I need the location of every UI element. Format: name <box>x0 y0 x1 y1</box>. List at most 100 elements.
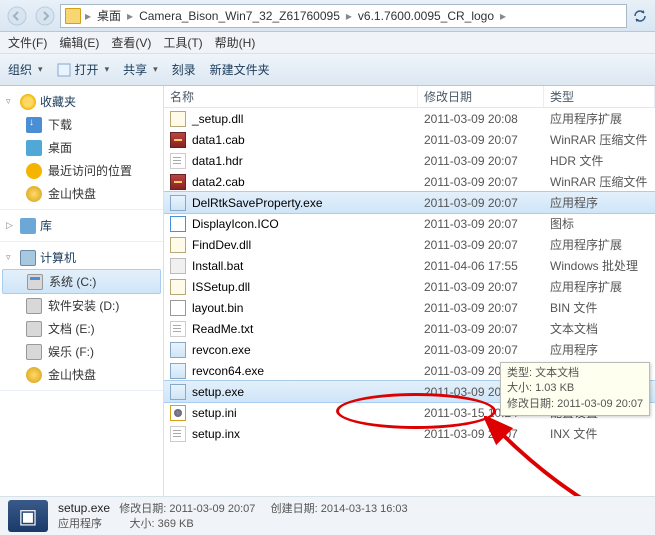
breadcrumb[interactable]: ▸ 桌面 ▸ Camera_Bison_Win7_32_Z61760095 ▸ … <box>60 4 627 28</box>
open-button[interactable]: 打开 <box>57 61 110 78</box>
share-button[interactable]: 共享 <box>123 61 158 78</box>
menu-help[interactable]: 帮助(H) <box>215 34 256 51</box>
column-name[interactable]: 名称 <box>164 86 418 107</box>
file-date: 2011-04-06 17:55 <box>418 259 544 273</box>
file-name: DisplayIcon.ICO <box>192 217 279 231</box>
file-date: 2011-03-09 20:07 <box>418 301 544 315</box>
details-create-label: 创建日期: <box>271 503 318 515</box>
recent-icon <box>26 163 42 179</box>
column-date[interactable]: 修改日期 <box>418 86 544 107</box>
main-area: 收藏夹 下载 桌面 最近访问的位置 金山快盘 库 计算机 系统 (C:) 软件安… <box>0 86 655 496</box>
sidebar-item-kingsoft[interactable]: 金山快盘 <box>0 182 163 205</box>
file-icon <box>170 405 186 421</box>
file-icon <box>170 300 186 316</box>
file-type: 文本文档 <box>544 320 655 337</box>
file-row[interactable]: ISSetup.dll2011-03-09 20:07应用程序扩展 <box>164 276 655 297</box>
details-mod-label: 修改日期: <box>119 503 166 515</box>
details-mod-value: 2011-03-09 20:07 <box>169 503 255 515</box>
details-size-label: 大小: <box>130 518 155 530</box>
file-name: data1.hdr <box>192 154 243 168</box>
sidebar-item-desktop[interactable]: 桌面 <box>0 136 163 159</box>
file-name: revcon64.exe <box>192 364 264 378</box>
file-icon <box>170 384 186 400</box>
sidebar-item-label: 文档 (E:) <box>48 320 95 337</box>
file-name: ISSetup.dll <box>192 280 250 294</box>
file-row[interactable]: DisplayIcon.ICO2011-03-09 20:07图标 <box>164 213 655 234</box>
file-icon <box>170 153 186 169</box>
open-label: 打开 <box>75 61 99 78</box>
file-icon <box>170 363 186 379</box>
menu-file[interactable]: 文件(F) <box>8 34 47 51</box>
sidebar-item-recent[interactable]: 最近访问的位置 <box>0 159 163 182</box>
file-row[interactable]: data1.cab2011-03-09 20:07WinRAR 压缩文件 <box>164 129 655 150</box>
sidebar-favorites[interactable]: 收藏夹 <box>0 90 163 113</box>
file-type: WinRAR 压缩文件 <box>544 173 655 190</box>
file-row[interactable]: data2.cab2011-03-09 20:07WinRAR 压缩文件 <box>164 171 655 192</box>
details-pane: ▣ setup.exe 修改日期: 2011-03-09 20:07 创建日期:… <box>0 496 655 535</box>
file-type: 应用程序扩展 <box>544 110 655 127</box>
file-row[interactable]: FindDev.dll2011-03-09 20:07应用程序扩展 <box>164 234 655 255</box>
file-name: revcon.exe <box>192 343 251 357</box>
sidebar-item-drive-f[interactable]: 娱乐 (F:) <box>0 340 163 363</box>
file-row[interactable]: revcon.exe2011-03-09 20:07应用程序 <box>164 339 655 360</box>
file-date: 2011-03-09 20:08 <box>418 112 544 126</box>
file-icon <box>170 111 186 127</box>
file-type: Windows 批处理 <box>544 257 655 274</box>
file-list[interactable]: 名称 修改日期 类型 _setup.dll2011-03-09 20:08应用程… <box>164 86 655 496</box>
breadcrumb-item[interactable]: Camera_Bison_Win7_32_Z61760095 <box>137 9 342 23</box>
sidebar-item-label: 下载 <box>48 116 72 133</box>
sidebar-item-label: 系统 (C:) <box>49 273 96 290</box>
sidebar-item-label: 金山快盘 <box>48 366 96 383</box>
file-row[interactable]: Install.bat 2011-04-06 17:55Windows 批处理 <box>164 255 655 276</box>
tooltip-line: 大小: 1.03 KB <box>507 381 643 396</box>
column-type[interactable]: 类型 <box>544 86 655 107</box>
file-row[interactable]: _setup.dll2011-03-09 20:08应用程序扩展 <box>164 108 655 129</box>
menu-view[interactable]: 查看(V) <box>111 34 151 51</box>
menu-tools[interactable]: 工具(T) <box>163 34 202 51</box>
file-row[interactable]: ReadMe.txt2011-03-09 20:07文本文档 <box>164 318 655 339</box>
file-type: BIN 文件 <box>544 299 655 316</box>
nav-back-button[interactable] <box>4 3 30 29</box>
file-icon <box>170 216 186 232</box>
computer-icon <box>20 250 36 266</box>
libraries-label: 库 <box>40 217 52 234</box>
refresh-button[interactable] <box>629 5 651 27</box>
sidebar-computer[interactable]: 计算机 <box>0 246 163 269</box>
file-icon <box>170 132 186 148</box>
breadcrumb-item[interactable]: v6.1.7600.0095_CR_logo <box>356 9 496 23</box>
menu-edit[interactable]: 编辑(E) <box>59 34 99 51</box>
new-folder-button[interactable]: 新建文件夹 <box>210 61 270 78</box>
file-row[interactable]: data1.hdr2011-03-09 20:07HDR 文件 <box>164 150 655 171</box>
file-row[interactable]: layout.bin2011-03-09 20:07BIN 文件 <box>164 297 655 318</box>
sidebar-libraries[interactable]: 库 <box>0 214 163 237</box>
file-date: 2011-03-09 20:07 <box>418 238 544 252</box>
desktop-icon <box>26 140 42 156</box>
file-type: 应用程序 <box>544 341 655 358</box>
details-create-value: 2014-03-13 16:03 <box>321 503 408 515</box>
file-type: 图标 <box>544 215 655 232</box>
chevron-right-icon: ▸ <box>125 9 135 23</box>
sidebar-item-drive-d[interactable]: 软件安装 (D:) <box>0 294 163 317</box>
breadcrumb-item[interactable]: 桌面 <box>95 7 123 24</box>
file-icon <box>170 279 186 295</box>
nav-forward-button[interactable] <box>32 3 58 29</box>
sidebar: 收藏夹 下载 桌面 最近访问的位置 金山快盘 库 计算机 系统 (C:) 软件安… <box>0 86 164 496</box>
file-date: 2011-03-09 20:07 <box>418 133 544 147</box>
computer-label: 计算机 <box>40 249 76 266</box>
annotation-arrow <box>484 416 655 496</box>
file-large-icon: ▣ <box>8 500 48 532</box>
sidebar-item-drive-e[interactable]: 文档 (E:) <box>0 317 163 340</box>
file-name: Install.bat <box>192 259 243 273</box>
sidebar-item-downloads[interactable]: 下载 <box>0 113 163 136</box>
file-icon <box>170 237 186 253</box>
burn-button[interactable]: 刻录 <box>172 61 196 78</box>
favorites-label: 收藏夹 <box>40 93 76 110</box>
file-row[interactable]: DelRtkSaveProperty.exe2011-03-09 20:07应用… <box>164 192 655 213</box>
library-icon <box>20 218 36 234</box>
file-name: data2.cab <box>192 175 245 189</box>
organize-button[interactable]: 组织 <box>8 61 43 78</box>
sidebar-item-drive-c[interactable]: 系统 (C:) <box>2 269 161 294</box>
sidebar-item-kingsoft2[interactable]: 金山快盘 <box>0 363 163 386</box>
file-date: 2011-03-09 20:07 <box>418 280 544 294</box>
file-icon <box>170 342 186 358</box>
